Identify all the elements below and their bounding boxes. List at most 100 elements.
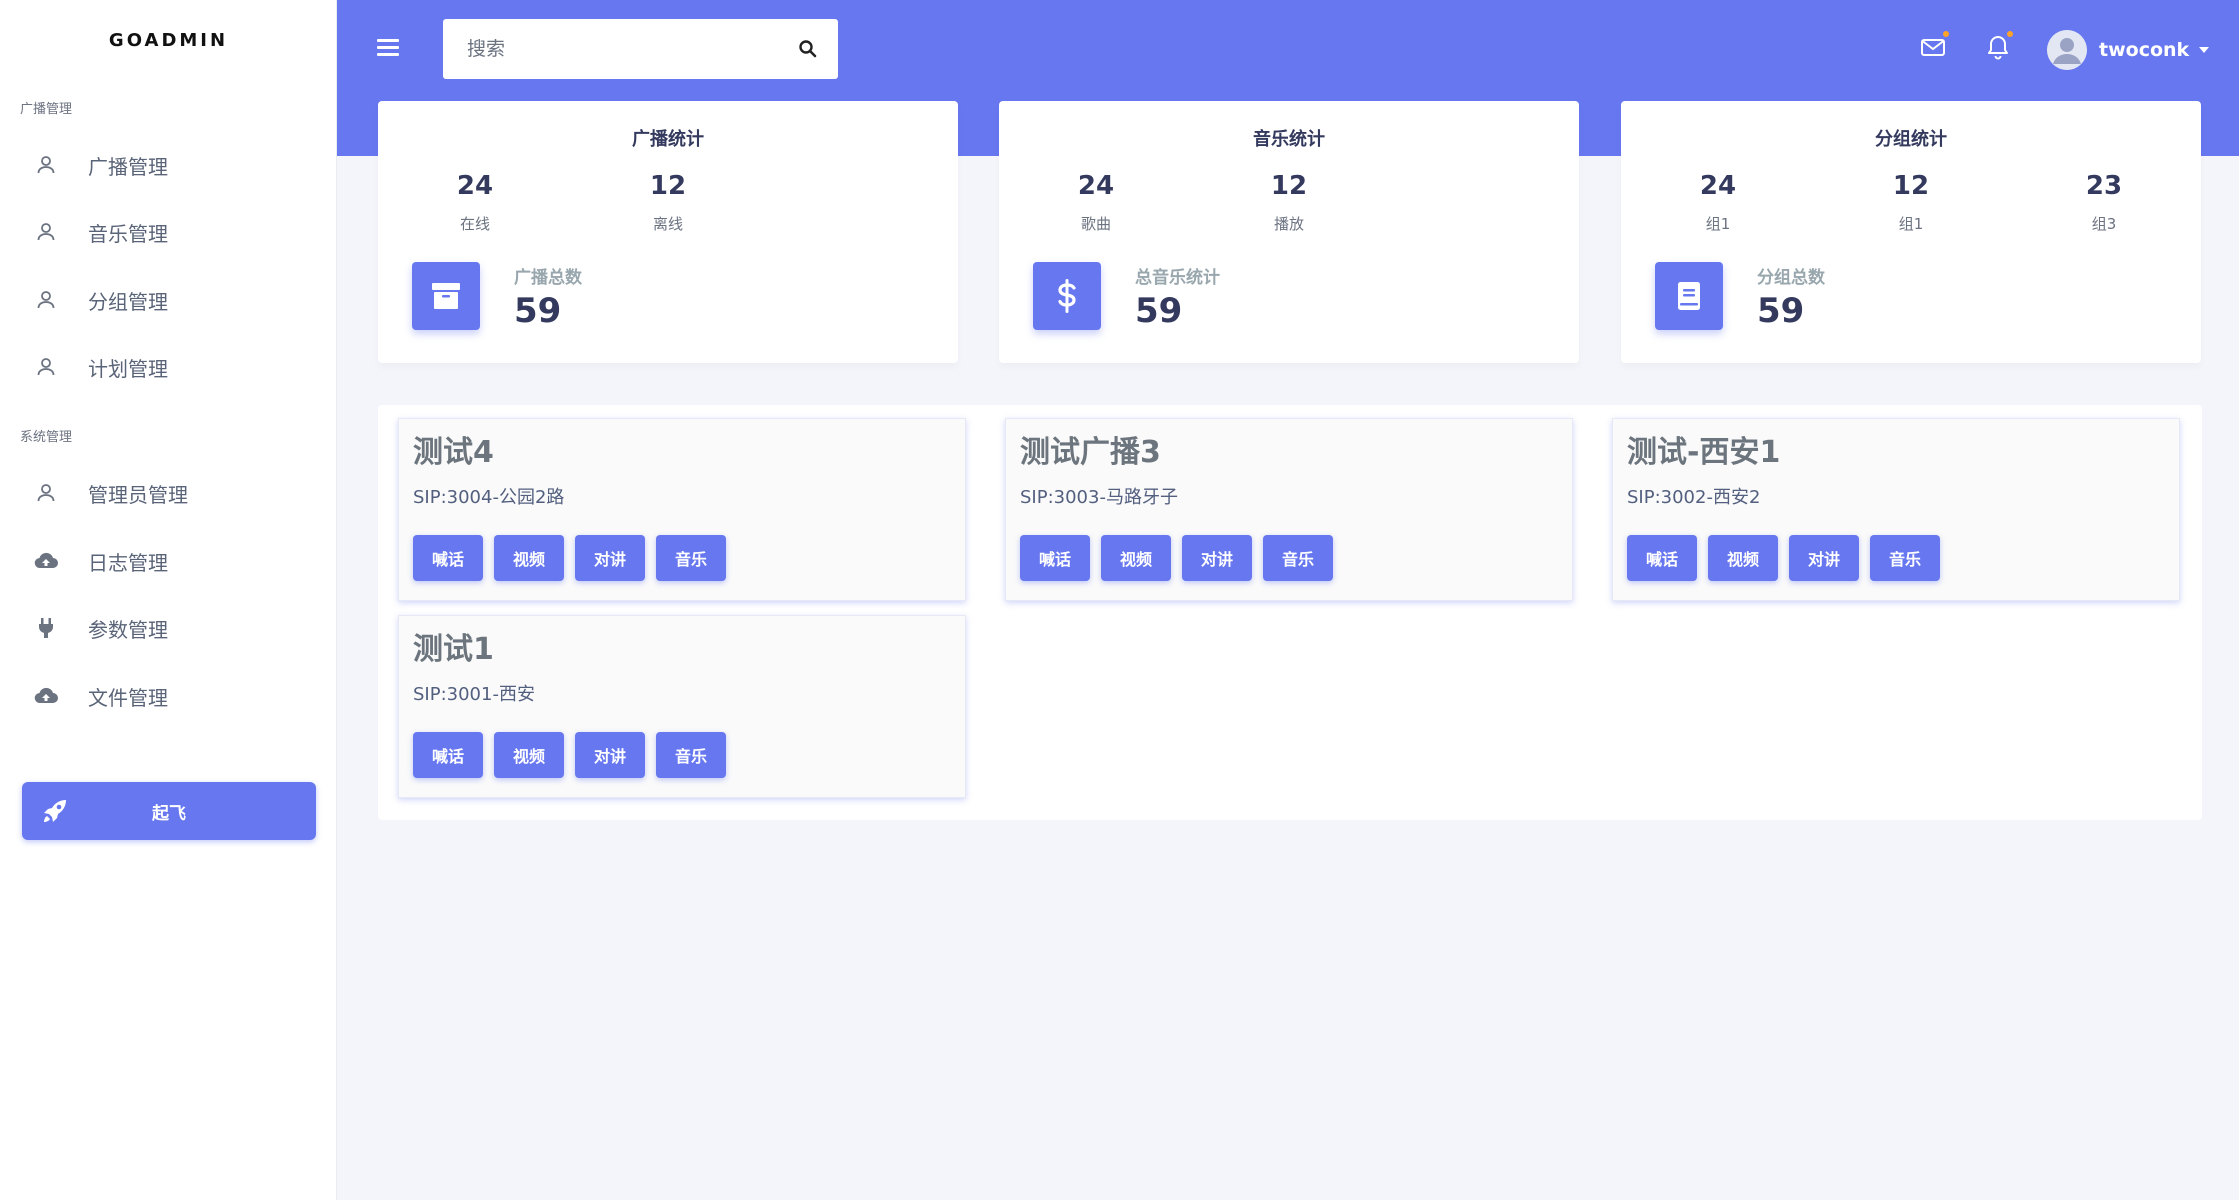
shout-button[interactable]: 喊话 xyxy=(1020,535,1090,581)
search-box xyxy=(443,19,838,79)
bell-notification-dot xyxy=(2007,31,2013,37)
user-icon xyxy=(34,288,58,312)
sidebar-item-label: 计划管理 xyxy=(88,356,168,381)
book-icon xyxy=(1655,262,1723,330)
sidebar-item-plans[interactable]: 计划管理 xyxy=(34,345,324,389)
mail-notification-dot xyxy=(1943,31,1949,37)
sidebar-item-label: 日志管理 xyxy=(88,550,168,575)
user-icon xyxy=(34,481,58,505)
shout-button[interactable]: 喊话 xyxy=(1627,535,1697,581)
music-button[interactable]: 音乐 xyxy=(1870,535,1940,581)
device-sip: SIP:3004-公园2路 xyxy=(413,487,565,508)
sidebar-item-files[interactable]: 文件管理 xyxy=(34,674,324,718)
user-name: twoconk xyxy=(2099,39,2190,61)
device-actions: 喊话 视频 对讲 音乐 xyxy=(1627,535,1951,581)
user-icon xyxy=(34,355,58,379)
user-menu[interactable]: twoconk xyxy=(2047,30,2210,70)
sidebar: GOADMIN 广播管理 广播管理 音乐管理 分组管理 计划管理 系统管理 管理… xyxy=(0,0,337,1200)
shout-button[interactable]: 喊话 xyxy=(413,535,483,581)
sidebar-item-admins[interactable]: 管理员管理 xyxy=(34,471,324,515)
intercom-button[interactable]: 对讲 xyxy=(1789,535,1859,581)
device-actions: 喊话 视频 对讲 音乐 xyxy=(413,535,737,581)
music-button[interactable]: 音乐 xyxy=(656,535,726,581)
cloud-upload-icon xyxy=(34,684,58,708)
cloud-upload-icon xyxy=(34,549,58,573)
user-icon xyxy=(34,153,58,177)
stat-label: 播放 xyxy=(1273,215,1304,233)
stat-total-value: 59 xyxy=(1135,291,1183,331)
device-sip: SIP:3001-西安 xyxy=(413,684,535,705)
chevron-down-icon xyxy=(2199,47,2210,53)
sidebar-item-broadcast[interactable]: 广播管理 xyxy=(34,143,324,187)
sidebar-section-system: 系统管理 xyxy=(20,430,73,445)
sidebar-item-label: 文件管理 xyxy=(88,685,168,710)
sidebar-item-music[interactable]: 音乐管理 xyxy=(34,210,324,254)
stat-label: 离线 xyxy=(652,215,683,233)
intercom-button[interactable]: 对讲 xyxy=(1182,535,1252,581)
sidebar-item-label: 参数管理 xyxy=(88,617,168,642)
stat-value: 24 xyxy=(1077,171,1115,201)
device-name: 测试-西安1 xyxy=(1627,435,1781,470)
sidebar-item-params[interactable]: 参数管理 xyxy=(34,606,324,650)
archive-icon xyxy=(412,262,480,330)
device-card: 测试1 SIP:3001-西安 喊话 视频 对讲 音乐 xyxy=(398,615,966,798)
launch-button[interactable]: 起飞 xyxy=(22,782,316,840)
stat-value: 12 xyxy=(1270,171,1308,201)
stat-label: 在线 xyxy=(459,215,490,233)
music-button[interactable]: 音乐 xyxy=(1263,535,1333,581)
stat-card-groups: 分组统计 24 组1 12 组1 23 组3 分组总数 59 xyxy=(1621,101,2201,363)
stat-card-title: 音乐统计 xyxy=(1253,129,1325,150)
search-icon[interactable] xyxy=(798,39,818,59)
device-name: 测试广播3 xyxy=(1020,435,1161,470)
video-button[interactable]: 视频 xyxy=(1708,535,1778,581)
search-input[interactable] xyxy=(467,38,767,60)
sidebar-item-groups[interactable]: 分组管理 xyxy=(34,278,324,322)
stat-card-music: 音乐统计 24 歌曲 12 播放 总音乐统计 59 xyxy=(999,101,1579,363)
video-button[interactable]: 视频 xyxy=(494,732,564,778)
stat-total-value: 59 xyxy=(1757,291,1805,331)
stat-total-label: 广播总数 xyxy=(514,268,582,288)
stat-total-value: 59 xyxy=(514,291,562,331)
sidebar-item-label: 广播管理 xyxy=(88,154,168,179)
stat-value: 24 xyxy=(1699,171,1737,201)
shout-button[interactable]: 喊话 xyxy=(413,732,483,778)
stat-value: 12 xyxy=(1892,171,1930,201)
brand-logo[interactable]: GOADMIN xyxy=(0,30,337,51)
sidebar-item-logs[interactable]: 日志管理 xyxy=(34,539,324,583)
stat-value: 23 xyxy=(2085,171,2123,201)
dollar-icon xyxy=(1033,262,1101,330)
user-icon xyxy=(34,220,58,244)
device-card: 测试广播3 SIP:3003-马路牙子 喊话 视频 对讲 音乐 xyxy=(1005,418,1573,601)
device-name: 测试4 xyxy=(413,435,494,470)
stat-card-title: 分组统计 xyxy=(1875,129,1947,150)
device-card: 测试4 SIP:3004-公园2路 喊话 视频 对讲 音乐 xyxy=(398,418,966,601)
music-button[interactable]: 音乐 xyxy=(656,732,726,778)
sidebar-item-label: 管理员管理 xyxy=(88,482,188,507)
avatar xyxy=(2047,30,2087,70)
stat-total-label: 总音乐统计 xyxy=(1135,268,1220,288)
intercom-button[interactable]: 对讲 xyxy=(575,732,645,778)
stat-total-label: 分组总数 xyxy=(1757,268,1825,288)
intercom-button[interactable]: 对讲 xyxy=(575,535,645,581)
device-card: 测试-西安1 SIP:3002-西安2 喊话 视频 对讲 音乐 xyxy=(1612,418,2180,601)
device-panel: 测试4 SIP:3004-公园2路 喊话 视频 对讲 音乐 测试广播3 SIP:… xyxy=(378,405,2202,820)
stat-label: 组1 xyxy=(1898,215,1924,233)
sidebar-section-broadcast: 广播管理 xyxy=(20,102,73,117)
device-sip: SIP:3002-西安2 xyxy=(1627,487,1761,508)
stat-card-broadcast: 广播统计 24 在线 12 离线 广播总数 59 xyxy=(378,101,958,363)
stat-value: 24 xyxy=(456,171,494,201)
stat-label: 歌曲 xyxy=(1080,215,1111,233)
device-sip: SIP:3003-马路牙子 xyxy=(1020,487,1178,508)
menu-toggle-icon[interactable] xyxy=(375,36,401,58)
video-button[interactable]: 视频 xyxy=(1101,535,1171,581)
bell-icon[interactable] xyxy=(1984,31,2013,61)
stat-card-title: 广播统计 xyxy=(632,129,704,150)
sidebar-item-label: 音乐管理 xyxy=(88,221,168,246)
stat-label: 组1 xyxy=(1705,215,1731,233)
mail-icon[interactable] xyxy=(1919,31,1949,61)
stat-label: 组3 xyxy=(2091,215,2117,233)
device-name: 测试1 xyxy=(413,632,494,667)
sidebar-item-label: 分组管理 xyxy=(88,289,168,314)
video-button[interactable]: 视频 xyxy=(494,535,564,581)
device-actions: 喊话 视频 对讲 音乐 xyxy=(1020,535,1344,581)
